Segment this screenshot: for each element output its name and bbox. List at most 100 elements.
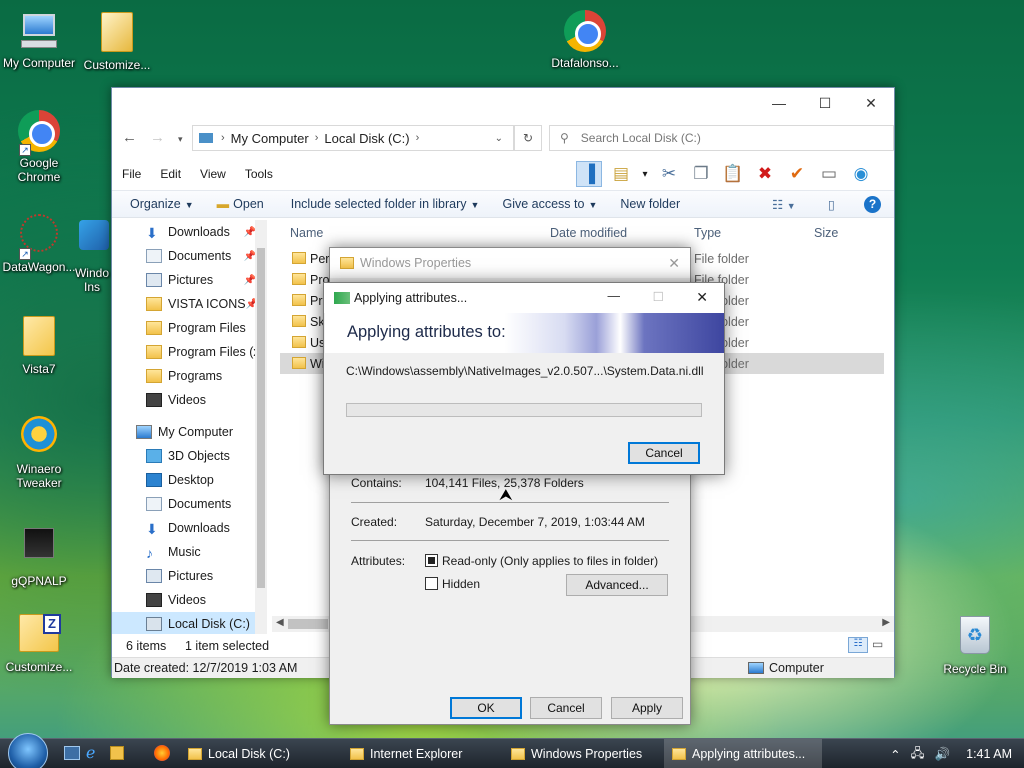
column-size[interactable]: Size [814,226,838,240]
desktop-icon-gqpnalp[interactable]: gQPNALP [0,524,78,588]
nav-item-downloads[interactable]: ⬇ Downloads 📌 [112,220,264,244]
volume-icon[interactable]: 🔊 [935,747,951,762]
delete-icon[interactable]: ✖ [752,161,778,187]
readonly-checkbox[interactable]: Read-only (Only applies to files in fold… [425,554,658,568]
desktop-icon-datawagon[interactable]: ↗ DataWagon... [0,214,78,274]
apply-button[interactable]: Apply [611,697,683,719]
nav-item-local-disk[interactable]: Local Disk (C:) [112,612,264,634]
column-name[interactable]: Name [290,226,323,240]
taskbar-label: Applying attributes... [692,747,806,761]
menu-edit[interactable]: Edit [150,162,190,186]
checkmark-icon[interactable]: ✔ [784,161,810,187]
menu-file[interactable]: File [112,162,150,186]
desktop-icon-dtafalonso[interactable]: Dtafalonso... [546,10,624,70]
desktop-icon-winaero-tweaker[interactable]: Winaero Tweaker [0,414,78,490]
paste-icon[interactable]: 📋 [720,161,746,187]
nav-item-program-files-x86[interactable]: Program Files (x [112,340,264,364]
nav-item-desktop[interactable]: Desktop [112,468,264,492]
taskbar-button-applying-attributes[interactable]: Applying attributes... [664,739,822,768]
views-icon[interactable]: ▤ [608,161,634,187]
scroll-left-icon[interactable]: ◀ [276,617,284,628]
properties-icon[interactable]: ▭ [816,161,842,187]
taskbar-button-internet-explorer[interactable]: Internet Explorer [342,739,502,768]
help-icon[interactable]: ? [864,195,881,213]
menu-view[interactable]: View [190,162,235,186]
nav-item-my-computer[interactable]: My Computer [112,420,264,444]
desktop-icon-windows-install[interactable]: Windo Ins [72,214,112,294]
cut-icon[interactable]: ✂ [656,161,682,187]
nav-label: Local Disk (C:) [168,617,250,631]
nav-item-pictures-2[interactable]: Pictures [112,564,264,588]
desktop-icon-my-computer[interactable]: My Computer [0,10,78,70]
breadcrumb-my-computer[interactable]: My Computer [231,131,309,146]
scrollbar-thumb[interactable] [288,619,328,629]
globe-icon[interactable]: ◉ [848,161,874,187]
applying-attributes-dialog[interactable]: Applying attributes... — ☐ ✕ Applying at… [323,282,725,475]
nav-scrollbar[interactable] [255,220,267,634]
address-dropdown-icon[interactable]: ⌄ [495,133,503,144]
close-button[interactable]: ✕ [848,88,894,118]
give-access-button[interactable]: Give access to ▼ [488,197,606,211]
desktop-icon-vista7[interactable]: Vista7 [0,314,78,376]
desktop-icon-customize-2[interactable]: Z Customize... [0,612,78,674]
minimize-button[interactable]: — [608,289,621,303]
clock[interactable]: 1:41 AM [966,747,1012,761]
start-button[interactable] [8,733,48,768]
maximize-button: ☐ [652,290,664,304]
open-button[interactable]: ▬ Open [203,197,273,211]
organize-button[interactable]: Organize ▼ [112,197,203,211]
nav-item-videos-2[interactable]: Videos [112,588,264,612]
view-options-icon[interactable]: ☷ ▼ [772,197,796,212]
large-icons-view-icon[interactable]: ▭ [872,637,883,651]
network-icon[interactable]: 🖧 [911,744,925,765]
minimize-button[interactable]: — [756,88,802,118]
cancel-button[interactable]: Cancel [628,442,700,464]
back-arrow-icon[interactable]: ← [122,129,137,146]
details-view-icon[interactable]: ☷ [848,637,868,653]
nav-item-documents-2[interactable]: Documents [112,492,264,516]
views-dropdown-icon[interactable]: ▾ [640,161,650,187]
nav-item-3d-objects[interactable]: 3D Objects [112,444,264,468]
nav-item-programs[interactable]: Programs [112,364,264,388]
nav-item-downloads-2[interactable]: ⬇ Downloads [112,516,264,540]
close-button[interactable]: ✕ [696,289,708,306]
copy-icon[interactable]: ❐ [688,161,714,187]
preview-pane-toggle-icon[interactable]: ▯ [828,197,835,212]
nav-item-videos[interactable]: Videos [112,388,264,412]
desktop-icon-customize[interactable]: Customize... [78,10,156,72]
include-in-library-button[interactable]: Include selected folder in library ▼ [273,197,489,211]
media-icon[interactable] [110,746,124,760]
forward-arrow-icon[interactable]: → [150,129,165,146]
hidden-checkbox[interactable]: Hidden [425,577,480,591]
address-bar[interactable]: › My Computer › Local Disk (C:) › ⌄ [192,125,514,151]
cancel-button[interactable]: Cancel [530,697,602,719]
column-date-modified[interactable]: Date modified [550,226,627,240]
nav-item-documents[interactable]: Documents 📌 [112,244,264,268]
menu-tools[interactable]: Tools [235,162,282,186]
close-icon[interactable]: ✕ [668,255,680,272]
nav-item-program-files[interactable]: Program Files [112,316,264,340]
firefox-icon[interactable] [154,745,170,761]
nav-item-vista-icons[interactable]: VISTA ICONS 📌 [112,292,264,316]
taskbar-button-local-disk[interactable]: Local Disk (C:) [180,739,340,768]
desktop-icon-recycle-bin[interactable]: ♻ Recycle Bin [936,614,1014,676]
nav-item-pictures[interactable]: Pictures 📌 [112,268,264,292]
preview-pane-icon[interactable]: ▐ [576,161,602,187]
maximize-button[interactable]: ☐ [802,88,848,118]
desktop-icon-google-chrome[interactable]: ↗ Google Chrome [0,110,78,184]
refresh-button[interactable]: ↻ [514,125,542,151]
breadcrumb-local-disk[interactable]: Local Disk (C:) [324,131,409,146]
new-folder-button[interactable]: New folder [606,197,689,211]
search-box[interactable]: ⚲ Search Local Disk (C:) [549,125,894,151]
scroll-right-icon[interactable]: ▶ [882,617,890,628]
show-desktop-icon[interactable] [64,746,80,760]
nav-item-music[interactable]: ♪ Music [112,540,264,564]
recent-locations-chevron-icon[interactable]: ▾ [178,134,183,145]
column-type[interactable]: Type [694,226,721,240]
taskbar-button-windows-properties[interactable]: Windows Properties [503,739,663,768]
scrollbar-thumb[interactable] [257,248,265,588]
advanced-button[interactable]: Advanced... [566,574,668,596]
internet-explorer-icon[interactable]: ℯ [86,743,95,763]
show-hidden-icons-chevron-icon[interactable]: ⌃ [890,747,900,762]
ok-button[interactable]: OK [450,697,522,719]
